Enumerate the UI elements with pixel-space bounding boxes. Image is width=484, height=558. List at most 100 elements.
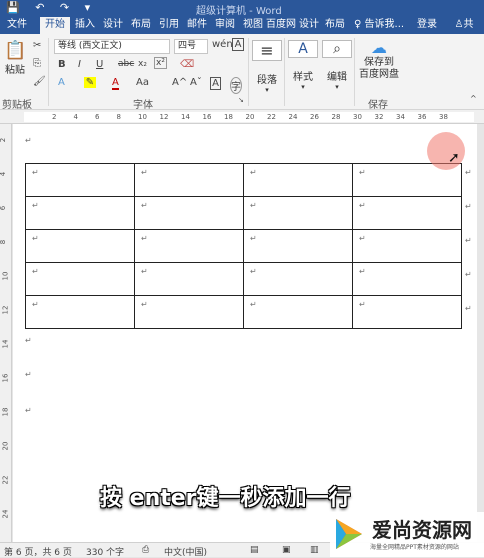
paste-button[interactable]: 📋 粘贴 bbox=[4, 40, 26, 76]
row-end-mark: ↵ bbox=[465, 304, 472, 313]
vertical-ruler[interactable]: 2 4 6 8 10 12 14 16 18 20 22 24 bbox=[0, 124, 12, 542]
tell-me-search[interactable]: ♀ 告诉我... bbox=[354, 17, 410, 34]
ruler-number: 16 bbox=[202, 113, 212, 121]
enclose-char-icon[interactable]: A bbox=[210, 77, 221, 90]
tab-layout[interactable]: 布局 bbox=[128, 17, 154, 34]
change-case-button[interactable]: Aa bbox=[136, 77, 149, 88]
superscript-button[interactable]: x² bbox=[154, 57, 167, 69]
table-cell[interactable]: ↵ bbox=[134, 229, 244, 263]
subscript-button[interactable]: x₂ bbox=[138, 59, 147, 69]
ruler-number: 22 bbox=[267, 113, 276, 121]
chevron-down-icon: ▾ bbox=[301, 83, 305, 91]
divider bbox=[248, 38, 249, 106]
tab-insert[interactable]: 插入 bbox=[72, 17, 98, 34]
tab-references[interactable]: 引用 bbox=[156, 17, 182, 34]
chevron-down-icon: ▾ bbox=[265, 86, 269, 94]
table-cell[interactable]: ↵ bbox=[134, 163, 244, 197]
window-title: 超级计算机 - Word bbox=[196, 6, 282, 17]
tab-table-layout[interactable]: 布局 bbox=[322, 17, 348, 34]
table-cell[interactable]: ↵ bbox=[134, 295, 244, 329]
table-cell[interactable]: ↵ bbox=[352, 295, 462, 329]
text-effect-icon[interactable]: A bbox=[58, 77, 65, 88]
format-painter-icon[interactable]: 🖌 bbox=[33, 76, 46, 87]
grow-font-button[interactable]: A^ bbox=[172, 77, 187, 88]
underline-button[interactable]: U bbox=[96, 59, 103, 70]
phonetic-icon[interactable]: wén bbox=[212, 39, 233, 50]
font-size-select[interactable]: 四号 bbox=[174, 39, 208, 54]
table-cell[interactable]: ↵ bbox=[134, 262, 244, 296]
page-count[interactable]: 第 6 页，共 6 页 bbox=[4, 545, 72, 558]
quick-access-toolbar[interactable]: 💾 ↶ ↷ ▾ bbox=[6, 1, 96, 14]
save-to-baidu-button[interactable]: ☁ 保存到 百度网盘 bbox=[356, 38, 402, 81]
font-color-button[interactable]: A bbox=[112, 77, 119, 90]
copy-icon[interactable]: ⎘ bbox=[33, 58, 41, 69]
watermark-tagline: 海量全网精品PPT素材资源的网站 bbox=[370, 544, 459, 551]
table-cell[interactable]: ↵ bbox=[134, 196, 244, 230]
print-layout-icon[interactable]: ▣ bbox=[282, 545, 291, 555]
row-end-mark: ↵ bbox=[465, 168, 472, 177]
title-bar: 💾 ↶ ↷ ▾ 超级计算机 - Word bbox=[0, 0, 484, 17]
shrink-font-button[interactable]: Aˇ bbox=[190, 77, 202, 88]
tab-file[interactable]: 文件 bbox=[4, 17, 30, 34]
table-cell[interactable]: ↵ bbox=[243, 295, 353, 329]
paragraph-button[interactable]: ≡ 段落 ▾ bbox=[252, 40, 282, 94]
table-cell[interactable]: ↵ bbox=[243, 196, 353, 230]
tab-home[interactable]: 开始 bbox=[40, 17, 70, 34]
char-border-icon[interactable]: A bbox=[232, 38, 244, 51]
table-row[interactable]: ↵ ↵ ↵ ↵ bbox=[25, 163, 462, 197]
styles-button[interactable]: A 样式 ▾ bbox=[288, 40, 318, 91]
chevron-down-icon: ▾ bbox=[335, 83, 339, 91]
table-cell[interactable]: ↵ bbox=[352, 229, 462, 263]
table-cell[interactable]: ↵ bbox=[352, 262, 462, 296]
cloud-icon: ☁ bbox=[371, 38, 387, 57]
tab-view[interactable]: 视图 bbox=[240, 17, 266, 34]
table-cell[interactable]: ↵ bbox=[243, 163, 353, 197]
language-indicator[interactable]: 中文(中国) bbox=[164, 545, 207, 558]
table-row[interactable]: ↵ ↵ ↵ ↵ bbox=[25, 295, 462, 329]
table-cell[interactable]: ↵ bbox=[25, 229, 135, 263]
strikethrough-button[interactable]: abc bbox=[118, 59, 134, 69]
tab-table-design[interactable]: 设计 bbox=[296, 17, 322, 34]
watermark-brand: 爱尚资源网 bbox=[372, 518, 472, 542]
clear-format-icon[interactable]: ⌫ bbox=[180, 59, 194, 70]
paragraph-mark: ↵ bbox=[25, 336, 32, 345]
share-button[interactable]: ♙共 bbox=[446, 17, 482, 34]
paragraph-mark: ↵ bbox=[25, 370, 32, 379]
tab-baidu[interactable]: 百度网 bbox=[266, 17, 296, 34]
login-link[interactable]: 登录 bbox=[414, 17, 440, 34]
italic-button[interactable]: I bbox=[78, 59, 81, 70]
table-cell[interactable]: ↵ bbox=[243, 229, 353, 263]
table-cell[interactable]: ↵ bbox=[352, 196, 462, 230]
table-row[interactable]: ↵ ↵ ↵ ↵ bbox=[25, 229, 462, 263]
ruler-number: 38 bbox=[439, 113, 448, 121]
dialog-launcher-icon[interactable]: ↘ bbox=[238, 96, 244, 104]
table-cell[interactable]: ↵ bbox=[25, 196, 135, 230]
table-row[interactable]: ↵ ↵ ↵ ↵ bbox=[25, 262, 462, 296]
paragraph-mark: ↵ bbox=[25, 406, 32, 415]
word-count[interactable]: 330 个字 bbox=[86, 545, 124, 558]
table-cell[interactable]: ↵ bbox=[25, 295, 135, 329]
table-cell[interactable]: ↵ bbox=[25, 163, 135, 197]
paragraph-icon: ≡ bbox=[252, 40, 282, 61]
font-name-select[interactable]: 等线 (西文正文) bbox=[54, 39, 170, 54]
horizontal-ruler[interactable]: 2 4 6 8 10 12 14 16 18 20 22 24 26 28 30 32 34 36 38 bbox=[0, 110, 484, 124]
proofing-icon[interactable]: ⎙ bbox=[142, 545, 149, 555]
table-cell[interactable]: ↵ bbox=[243, 262, 353, 296]
tab-review[interactable]: 审阅 bbox=[212, 17, 238, 34]
ruler-number: 2 bbox=[52, 113, 57, 121]
highlight-icon[interactable]: ✎ bbox=[84, 77, 96, 88]
circle-char-icon[interactable]: 字 bbox=[230, 77, 242, 94]
cut-icon[interactable]: ✂ bbox=[33, 40, 41, 51]
table-row[interactable]: ↵ ↵ ↵ ↵ bbox=[25, 196, 462, 230]
ruler-number: 24 bbox=[288, 113, 298, 121]
read-mode-icon[interactable]: ▤ bbox=[250, 545, 259, 555]
web-layout-icon[interactable]: ▥ bbox=[310, 545, 319, 555]
tab-design[interactable]: 设计 bbox=[100, 17, 126, 34]
ruler-number: 28 bbox=[331, 113, 341, 121]
table-cell[interactable]: ↵ bbox=[25, 262, 135, 296]
edit-button[interactable]: ⌕ 编辑 ▾ bbox=[322, 40, 352, 91]
document-table[interactable]: ↵ ↵ ↵ ↵ ↵ ↵ ↵ ↵ ↵ ↵ ↵ ↵ ↵ ↵ ↵ ↵ ↵ ↵ ↵ ↵ bbox=[25, 163, 462, 329]
bold-button[interactable]: B bbox=[58, 59, 66, 70]
tab-mailings[interactable]: 邮件 bbox=[184, 17, 210, 34]
collapse-ribbon-icon[interactable]: ^ bbox=[470, 94, 477, 103]
